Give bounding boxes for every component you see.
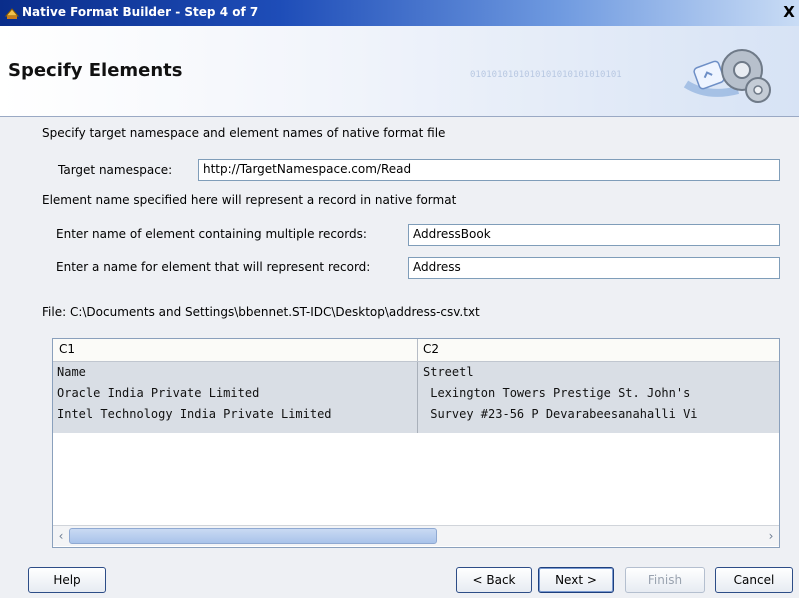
back-button[interactable]: < Back [456,567,532,593]
app-icon [4,8,20,19]
binary-decoration: 0101010101010101010101010101 [470,70,622,80]
intro-text: Specify target namespace and element nam… [42,126,446,140]
window-title: Native Format Builder - Step 4 of 7 [22,5,259,19]
table-cell[interactable]: Oracle India Private Limited [57,386,259,400]
wizard-header: Specify Elements 01010101010101010101010… [0,26,799,117]
element-note-text: Element name specified here will represe… [42,193,457,207]
table-cell[interactable]: Streetl [423,365,474,379]
column-divider [417,362,418,433]
table-cell[interactable]: Intel Technology India Private Limited [57,407,332,421]
title-bar: Native Format Builder - Step 4 of 7 X [0,0,799,26]
table-cell[interactable]: Survey #23-56 P Devarabeesanahalli Vi [423,407,697,421]
close-icon[interactable]: X [781,4,797,20]
multiple-records-label: Enter name of element containing multipl… [56,227,367,241]
next-button[interactable]: Next > [538,567,614,593]
page-title: Specify Elements [8,60,183,81]
help-button[interactable]: Help [28,567,106,593]
column-header-c1[interactable]: C1 [59,342,75,356]
scrollbar-thumb[interactable] [69,528,437,544]
table-header: C1 C2 [53,339,779,362]
target-namespace-label: Target namespace: [58,163,173,177]
horizontal-scrollbar[interactable]: ‹ › [53,525,779,546]
table-cell[interactable]: Lexington Towers Prestige St. John's [423,386,690,400]
record-element-label: Enter a name for element that will repre… [56,260,371,274]
multiple-records-input[interactable]: AddressBook [408,224,780,246]
record-element-input[interactable]: Address [408,257,780,279]
target-namespace-input[interactable]: http://TargetNamespace.com/Read [198,159,780,181]
column-header-c2[interactable]: C2 [423,342,439,356]
scroll-right-icon[interactable]: › [764,527,778,545]
file-path-text: File: C:\Documents and Settings\bbennet.… [42,305,480,319]
table-cell[interactable]: Name [57,365,86,379]
column-divider[interactable] [417,339,418,361]
file-preview-table[interactable]: C1 C2 Name Streetl Oracle India Private … [52,338,780,548]
cancel-button[interactable]: Cancel [715,567,793,593]
scroll-left-icon[interactable]: ‹ [54,527,68,545]
wizard-gears-icon [683,49,771,103]
finish-button[interactable]: Finish [625,567,705,593]
